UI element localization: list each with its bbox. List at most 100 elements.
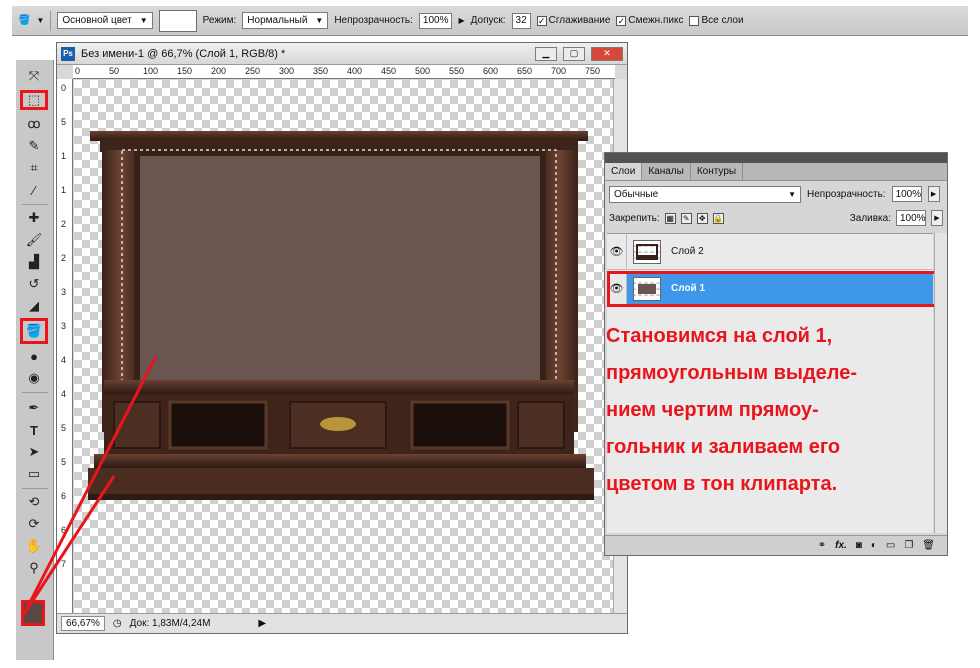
brown-rect-thumbnail bbox=[638, 283, 656, 294]
folder-icon[interactable]: ▭ bbox=[886, 540, 895, 551]
eye-icon[interactable]: 👁 bbox=[607, 270, 627, 307]
link-icon[interactable]: ⚭ bbox=[818, 540, 826, 551]
mode-select[interactable]: Нормальный ▼ bbox=[242, 12, 329, 29]
ruler-tick-label: 0 bbox=[61, 83, 67, 93]
paint-bucket-icon[interactable]: 🪣 bbox=[18, 15, 30, 26]
brush-icon[interactable]: 🖌 bbox=[20, 230, 48, 250]
lock-position-icon[interactable]: ✥ bbox=[696, 212, 708, 224]
foreground-color-swatch[interactable] bbox=[21, 600, 45, 626]
tolerance-value: 32 bbox=[515, 15, 527, 26]
layer-name: Слой 2 bbox=[671, 246, 704, 257]
ruler-tick-label: 7 bbox=[61, 559, 67, 569]
type-icon[interactable]: T bbox=[20, 420, 48, 440]
divider bbox=[22, 204, 48, 205]
new-layer-icon[interactable]: ❐ bbox=[904, 540, 913, 551]
history-brush-icon[interactable]: ↺ bbox=[20, 274, 48, 294]
lock-all-icon[interactable]: 🔒 bbox=[712, 212, 724, 224]
antialias-label: Сглаживание bbox=[548, 15, 611, 26]
ruler-tick-label: 3 bbox=[61, 321, 67, 331]
tv-cabinet-clipart bbox=[88, 131, 594, 500]
shape-icon[interactable]: ▭ bbox=[20, 464, 48, 484]
zoom-icon[interactable]: ⚲ bbox=[20, 558, 48, 578]
marquee-icon[interactable]: ⬚ bbox=[20, 90, 48, 110]
maximize-button[interactable]: ▢ bbox=[563, 46, 585, 61]
ruler-tick-label: 350 bbox=[313, 66, 329, 76]
ruler-tick-label: 100 bbox=[143, 66, 159, 76]
eraser-icon[interactable]: ◢ bbox=[20, 296, 48, 316]
tab-layers[interactable]: Слои bbox=[605, 163, 643, 180]
fill-input[interactable]: 100% bbox=[896, 210, 926, 226]
ruler-tick-label: 750 bbox=[585, 66, 601, 76]
pen-icon[interactable]: ✒ bbox=[20, 398, 48, 418]
filled-rectangle bbox=[140, 156, 540, 388]
ruler-tick-label: 5 bbox=[61, 423, 67, 433]
eyedropper-icon[interactable]: ⁄ bbox=[20, 180, 48, 200]
opacity-input[interactable]: 100% bbox=[418, 12, 453, 29]
move-icon[interactable]: ⤧ bbox=[20, 66, 48, 86]
mask-icon[interactable]: ◙ bbox=[856, 540, 862, 551]
ruler-tick-label: 5 bbox=[61, 457, 67, 467]
blend-mode-select[interactable]: Обычные ▼ bbox=[609, 185, 801, 203]
blend-row: Обычные ▼ Непрозрачность: 100% ▶ bbox=[609, 185, 943, 203]
ruler-tick-label: 250 bbox=[245, 66, 261, 76]
hand-icon[interactable]: ✋ bbox=[20, 536, 48, 556]
ruler-tick-label: 3 bbox=[61, 287, 67, 297]
tolerance-input[interactable]: 32 bbox=[511, 12, 531, 29]
all-layers-checkbox[interactable]: Все слои bbox=[689, 15, 744, 26]
3d-orbit-icon[interactable]: ⟳ bbox=[20, 514, 48, 534]
crop-icon[interactable]: ⌗ bbox=[20, 158, 48, 178]
fx-icon[interactable]: fx. bbox=[835, 540, 847, 551]
chevron-right-icon[interactable]: ▶ bbox=[931, 210, 943, 226]
photoshop-logo-icon: Ps bbox=[61, 46, 75, 61]
zoom-field[interactable]: 66,67% bbox=[61, 616, 105, 631]
instruction-line: нием чертим прямоу- bbox=[606, 399, 819, 421]
3d-rotate-icon[interactable]: ⟲ bbox=[20, 492, 48, 512]
lock-transparency-icon[interactable]: ▦ bbox=[664, 212, 676, 224]
healing-icon[interactable]: ✚ bbox=[20, 208, 48, 228]
divider bbox=[22, 488, 48, 489]
tab-channels[interactable]: Каналы bbox=[642, 163, 691, 180]
dodge-icon[interactable]: ◉ bbox=[20, 368, 48, 388]
chevron-down-icon: ▼ bbox=[139, 16, 148, 25]
checkbox-empty bbox=[689, 15, 700, 26]
mode-label: Режим: bbox=[202, 15, 237, 26]
layer-opacity-input[interactable]: 100% bbox=[891, 186, 922, 202]
ruler-tick-label: 1 bbox=[61, 151, 67, 161]
contiguous-checkbox[interactable]: ✓ Смежн.пикс bbox=[616, 15, 683, 26]
minimize-button[interactable]: ▁ bbox=[535, 46, 557, 61]
quick-select-icon[interactable]: ✎ bbox=[20, 136, 48, 156]
status-info-icon[interactable]: ◷ bbox=[113, 618, 122, 629]
paint-bucket-icon[interactable]: 🪣 bbox=[20, 318, 48, 344]
document-size: Док: 1,83M/4,24M bbox=[129, 618, 211, 629]
layer-row-1[interactable]: 👁 Слой 1 bbox=[607, 270, 933, 307]
tab-paths[interactable]: Контуры bbox=[691, 163, 744, 180]
chevron-right-icon[interactable]: ▶ bbox=[927, 186, 940, 202]
zoom-value: 66,67% bbox=[66, 618, 100, 629]
chevron-down-icon[interactable]: ▼ bbox=[36, 16, 44, 25]
lasso-icon[interactable]: ꝏ bbox=[20, 114, 48, 134]
trash-icon[interactable]: 🗑 bbox=[922, 540, 935, 551]
lock-pixels-icon[interactable]: ✎ bbox=[680, 212, 692, 224]
layer-row-2[interactable]: 👁 Слой 2 bbox=[607, 233, 933, 270]
mode-value: Нормальный bbox=[247, 15, 308, 26]
ruler-tick-label: 50 bbox=[109, 66, 120, 76]
instruction-line: Становимся на слой 1, bbox=[606, 325, 833, 347]
adjustment-icon[interactable]: ◐ bbox=[871, 540, 877, 551]
chevron-right-icon[interactable]: ▶ bbox=[458, 16, 464, 25]
stamp-icon[interactable]: ▟ bbox=[20, 252, 48, 272]
chevron-right-icon[interactable]: ▶ bbox=[258, 618, 266, 629]
layer-name: Слой 1 bbox=[671, 283, 706, 294]
layer-opacity-value: 100% bbox=[895, 188, 922, 200]
divider bbox=[22, 392, 48, 393]
canvas[interactable] bbox=[74, 80, 614, 613]
layers-tabs: Слои Каналы Контуры bbox=[605, 163, 947, 181]
close-button[interactable]: ✕ bbox=[591, 46, 623, 61]
document-title: Без имени-1 @ 66,7% (Слой 1, RGB/8) * bbox=[81, 47, 286, 60]
path-select-icon[interactable]: ➤ bbox=[20, 442, 48, 462]
blur-icon[interactable]: ● bbox=[20, 346, 48, 366]
pattern-swatch[interactable] bbox=[158, 9, 197, 32]
eye-icon[interactable]: 👁 bbox=[607, 233, 627, 270]
antialias-checkbox[interactable]: ✓ Сглаживание bbox=[536, 15, 611, 26]
fill-source-select[interactable]: Основной цвет ▼ bbox=[57, 12, 153, 29]
lock-row: Закрепить: ▦ ✎ ✥ 🔒 Заливка: 100% ▶ bbox=[609, 209, 943, 227]
